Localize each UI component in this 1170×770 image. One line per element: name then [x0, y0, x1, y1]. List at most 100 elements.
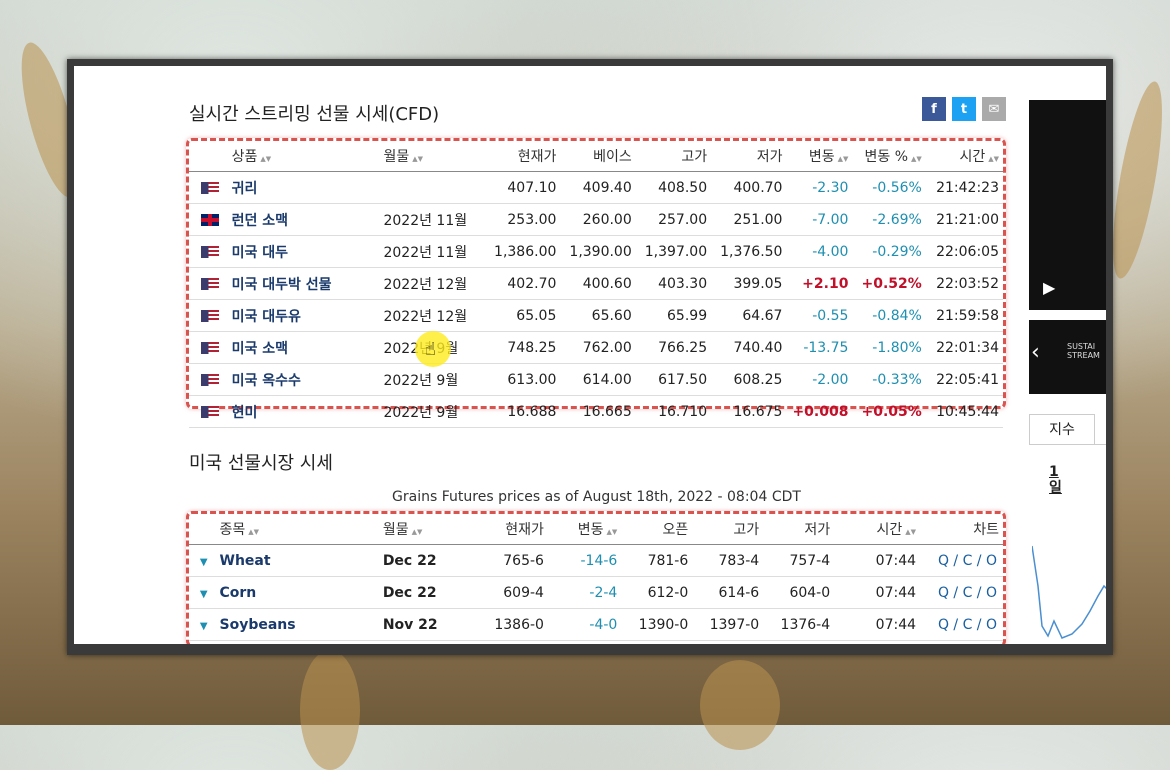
cell-cur: 65.05 [473, 299, 561, 332]
us-flag-icon [200, 181, 219, 194]
cell-change: -7.00 [786, 203, 853, 236]
sort-icon[interactable]: ▲▼ [838, 155, 849, 163]
contract-month: 2022년 9월 [382, 395, 474, 428]
email-share-icon[interactable]: ✉ [982, 97, 1006, 121]
col-header-6[interactable]: 변동 ▲▼ [786, 141, 853, 172]
col-header-5[interactable]: 저가 [711, 141, 787, 172]
cell-time: 21:42:23 [925, 171, 1003, 204]
flag-cell [189, 267, 231, 300]
us-col-header-8[interactable]: 차트 [920, 514, 1003, 545]
col-header-2[interactable]: 현재가 [473, 141, 561, 172]
us-col-header-3[interactable]: 변동 ▲▼ [547, 514, 622, 545]
arrow-cell: ▼ [189, 544, 219, 577]
us-flag-icon [200, 341, 219, 354]
flag-cell [189, 395, 231, 428]
cell-low: 16.675 [711, 395, 787, 428]
facebook-share-icon[interactable]: f [922, 97, 946, 121]
commodity-name-link[interactable]: 미국 대두박 선물 [230, 267, 383, 300]
cell-open: 781-6 [621, 544, 693, 577]
sort-icon[interactable]: ▲▼ [607, 528, 618, 536]
sort-icon[interactable]: ▲▼ [911, 155, 922, 163]
col-header-1[interactable]: 월물 ▲▼ [382, 141, 474, 172]
cell-cur: 1386-0 [466, 608, 548, 641]
cell-high: 1,397.00 [635, 235, 712, 268]
browser-viewport: 실시간 스트리밍 선물 시세(CFD) f t ✉ 상품 ▲▼ 월물 ▲▼ 현재가 베이스… [74, 66, 1106, 644]
cell-change-pct: -0.33% [852, 363, 926, 396]
flag-cell [189, 331, 231, 364]
chart-links[interactable]: Q / C / O [920, 608, 1003, 641]
promo-panel[interactable]: ‹ SUSTAI STREAM [1029, 320, 1106, 394]
chevron-left-icon[interactable]: ‹ [1031, 340, 1040, 365]
flag-cell [189, 299, 231, 332]
commodity-name-link[interactable]: 미국 옥수수 [230, 363, 383, 396]
cell-base: 409.40 [560, 171, 636, 204]
futures-name-link[interactable]: Corn [218, 576, 382, 609]
us-col-header-6[interactable]: 저가 [763, 514, 835, 545]
sort-icon[interactable]: ▲▼ [412, 528, 423, 536]
commodity-name-link[interactable]: 미국 대두유 [230, 299, 383, 332]
cell-time: 22:03:52 [925, 267, 1003, 300]
mini-chart [1032, 545, 1106, 639]
period-1d[interactable]: 1 일 [1049, 464, 1062, 496]
down-arrow-icon: ▼ [199, 588, 208, 600]
sort-icon[interactable]: ▲▼ [260, 155, 271, 163]
cfd-section-title: 실시간 스트리밍 선물 시세(CFD) [189, 104, 440, 125]
commodity-name-link[interactable]: 미국 소맥 [230, 331, 383, 364]
cell-change-pct: +0.05% [852, 395, 926, 428]
hand-cursor-icon: ☝ [425, 339, 436, 360]
commodity-name-link[interactable]: 미국 대두 [230, 235, 383, 268]
video-panel[interactable]: ▶ [1029, 100, 1106, 310]
commodity-name-link[interactable]: 런던 소맥 [230, 203, 383, 236]
cell-cur: 253.00 [473, 203, 561, 236]
sort-icon[interactable]: ▲▼ [988, 155, 999, 163]
us-col-header-4[interactable]: 오픈 [621, 514, 693, 545]
down-arrow-icon: ▼ [199, 620, 208, 632]
sort-icon[interactable]: ▲▼ [248, 528, 259, 536]
col-header-3[interactable]: 베이스 [560, 141, 636, 172]
play-icon[interactable]: ▶ [1043, 278, 1055, 297]
contract-month: Dec 22 [381, 576, 467, 609]
us-flag-icon [200, 277, 219, 290]
contract-month: 2022년 11월 [382, 235, 474, 268]
tab-index[interactable]: 지수 [1029, 414, 1095, 445]
cell-cur: 407.10 [473, 171, 561, 204]
promo-text: SUSTAI STREAM [1067, 342, 1100, 360]
cell-high: 257.00 [635, 203, 712, 236]
sort-icon[interactable]: ▲▼ [905, 528, 916, 536]
chart-links[interactable]: Q / C / O [920, 576, 1003, 609]
sort-icon[interactable]: ▲▼ [412, 155, 423, 163]
us-col-header-2[interactable]: 현재가 [466, 514, 548, 545]
col-header-4[interactable]: 고가 [635, 141, 712, 172]
cell-base: 762.00 [560, 331, 636, 364]
commodity-name-link[interactable]: 현미 [230, 395, 383, 428]
us-table-highlight: 종목 ▲▼ 월물 ▲▼ 현재가 변동 ▲▼ 오픈 고가 저가 시간 ▲▼ 차트 ▼ Wheat Dec 22… [186, 511, 1006, 644]
flag-cell [189, 363, 231, 396]
cell-change: -2-4 [547, 576, 622, 609]
col-header-0[interactable]: 상품 ▲▼ [230, 141, 383, 172]
cell-cur: 748.25 [473, 331, 561, 364]
futures-name-link[interactable]: Wheat [218, 544, 382, 577]
cell-time: 22:01:34 [925, 331, 1003, 364]
cell-high: 65.99 [635, 299, 712, 332]
us-col-header-7[interactable]: 시간 ▲▼ [834, 514, 921, 545]
twitter-share-icon[interactable]: t [952, 97, 976, 121]
col-header-7[interactable]: 변동 % ▲▼ [852, 141, 926, 172]
commodity-name-link[interactable]: 귀리 [230, 171, 383, 204]
cell-cur: 613.00 [473, 363, 561, 396]
us-col-header-0[interactable]: 종목 ▲▼ [218, 514, 382, 545]
us-col-header-1[interactable]: 월물 ▲▼ [381, 514, 467, 545]
us-section-title: 미국 선물시장 시세 [189, 453, 333, 474]
arrow-cell: ▼ [189, 608, 219, 641]
us-col-header-5[interactable]: 고가 [692, 514, 764, 545]
cell-change: -13.75 [786, 331, 853, 364]
chart-links[interactable]: Q / C / O [920, 544, 1003, 577]
us-table: 종목 ▲▼ 월물 ▲▼ 현재가 변동 ▲▼ 오픈 고가 저가 시간 ▲▼ 차트 ▼ Wheat Dec 22… [189, 514, 1003, 641]
table-row: 미국 대두유 2022년 12월 65.05 65.60 65.99 64.67 -0.55… [189, 299, 1003, 332]
futures-name-link[interactable]: Soybeans [218, 608, 382, 641]
cell-high: 614-6 [692, 576, 764, 609]
cell-high: 408.50 [635, 171, 712, 204]
contract-month: 2022년 12월 [382, 267, 474, 300]
down-arrow-icon: ▼ [199, 556, 208, 568]
cell-change-pct: -0.56% [852, 171, 926, 204]
col-header-8[interactable]: 시간 ▲▼ [925, 141, 1003, 172]
